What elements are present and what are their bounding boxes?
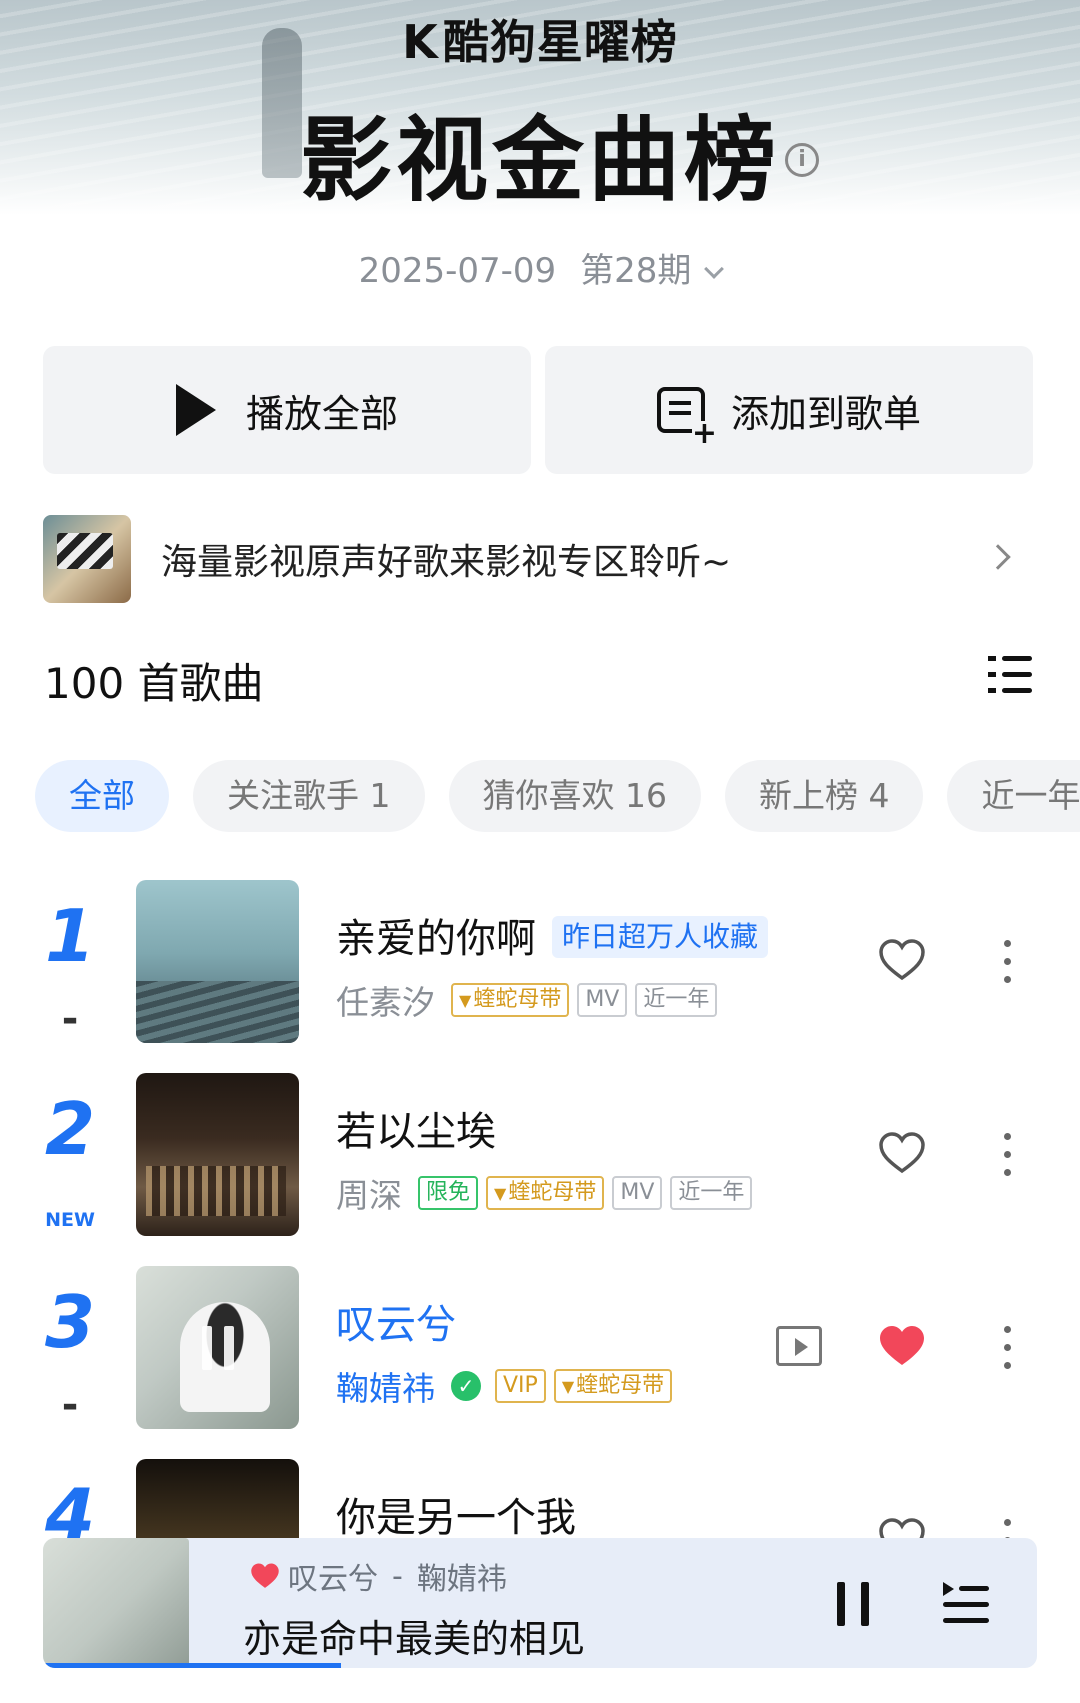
filter-chip-new-entries[interactable]: 新上榜 4	[724, 760, 924, 832]
clapperboard-thumbnail	[43, 515, 131, 603]
hot-badge: 昨日超万人收藏	[552, 916, 769, 958]
now-playing-cover[interactable]	[43, 1538, 239, 1668]
playback-progress-bar	[43, 1663, 342, 1668]
info-icon[interactable]: i	[785, 143, 819, 177]
mv-tag: MV	[577, 983, 628, 1017]
play-icon	[175, 384, 216, 436]
more-options-icon[interactable]	[1004, 1326, 1012, 1370]
film-zone-promo-banner[interactable]: 海量影视原声好歌来影视专区聆听~	[43, 514, 1037, 604]
multi-select-list-icon[interactable]	[988, 654, 1032, 696]
now-playing-song: 叹云兮	[288, 1562, 378, 1597]
artist-name[interactable]: 周深	[336, 1169, 402, 1217]
song-title-text: 亲爱的你啊	[336, 916, 536, 962]
song-row-playing[interactable]: 3 - 叹云兮 鞠婧祎 ✓ VIP 蝰蛇母带	[0, 1266, 1080, 1436]
add-to-playlist-icon	[656, 387, 717, 447]
heart-filled-icon[interactable]	[878, 1324, 926, 1368]
add-to-playlist-label: 添加到歌单	[730, 391, 921, 436]
filter-chip-followed-artists[interactable]: 关注歌手 1	[193, 760, 425, 832]
vip-tag: VIP	[495, 1369, 546, 1403]
viper-master-tag: 蝰蛇母带	[451, 983, 570, 1017]
album-cover[interactable]	[136, 880, 299, 1043]
more-options-icon[interactable]	[1004, 940, 1012, 984]
current-lyric: 亦是命中最美的相见	[243, 1617, 586, 1661]
rank-number: 3	[44, 1280, 96, 1364]
verified-check-icon: ✓	[451, 1371, 481, 1401]
song-row[interactable]: 2 NEW 若以尘埃 周深 限免 蝰蛇母带 MV 近一年	[0, 1073, 1080, 1243]
song-title: 叹云兮	[336, 1302, 456, 1348]
separator: -	[392, 1558, 403, 1594]
album-cover[interactable]	[136, 1266, 299, 1429]
heart-outline-icon[interactable]	[878, 938, 926, 982]
song-meta: 周深 限免 蝰蛇母带 MV 近一年	[336, 1169, 760, 1217]
heart-filled-icon[interactable]	[250, 1562, 280, 1590]
play-queue-icon[interactable]	[943, 1582, 989, 1626]
issue-date: 2025-07-09	[358, 251, 557, 291]
album-cover[interactable]	[136, 1073, 299, 1236]
promo-text: 海量影视原声好歌来影视专区聆听~	[161, 542, 732, 583]
pause-overlay-icon[interactable]	[200, 1326, 236, 1370]
song-count: 100 首歌曲	[44, 659, 264, 708]
free-tag: 限免	[418, 1176, 479, 1210]
rank-trend: -	[61, 996, 79, 1042]
artist-name[interactable]: 任素汐	[336, 976, 435, 1024]
mv-tag: MV	[612, 1176, 663, 1210]
artist-name[interactable]: 鞠婧祎	[336, 1362, 435, 1410]
rank-trend: -	[61, 1382, 79, 1428]
chart-hero-banner: K酷狗星曜榜 影视金曲榜 i	[0, 0, 1080, 215]
now-playing-info: 叹云兮 - 鞠婧祎	[250, 1554, 507, 1598]
song-title: 若以尘埃	[336, 1109, 496, 1155]
chevron-down-icon	[704, 259, 725, 279]
past-year-tag: 近一年	[635, 983, 718, 1017]
song-meta: 任素汐 蝰蛇母带 MV 近一年	[336, 976, 725, 1024]
mv-play-icon[interactable]	[776, 1326, 822, 1366]
viper-master-tag: 蝰蛇母带	[553, 1369, 673, 1403]
filter-chips: 全部 关注歌手 1 猜你喜欢 16 新上榜 4 近一年	[35, 760, 1080, 832]
issue-selector[interactable]: 2025-07-09 第28期	[0, 243, 1080, 292]
mini-player[interactable]: 叹云兮 - 鞠婧祎 亦是命中最美的相见	[43, 1538, 1037, 1668]
song-title: 亲爱的你啊 昨日超万人收藏	[336, 906, 769, 964]
song-meta: 鞠婧祎 ✓ VIP 蝰蛇母带	[336, 1362, 680, 1410]
issue-number: 第28期	[580, 251, 692, 291]
page-title: 影视金曲榜	[299, 107, 780, 214]
play-all-button[interactable]: 播放全部	[43, 346, 531, 474]
song-row[interactable]: 1 - 亲爱的你啊昨日超万人收藏 任素汐 蝰蛇母带 MV 近一年	[0, 880, 1080, 1050]
song-title: 你是另一个我	[336, 1495, 576, 1541]
rank-number: 1	[44, 894, 96, 978]
more-options-icon[interactable]	[1004, 1133, 1012, 1177]
filter-chip-recommended[interactable]: 猜你喜欢 16	[448, 760, 701, 832]
heart-outline-icon[interactable]	[878, 1131, 926, 1175]
now-playing-artist: 鞠婧祎	[416, 1562, 507, 1597]
filter-chip-past-year[interactable]: 近一年	[947, 760, 1080, 832]
kugou-k-logo-icon: K	[402, 15, 439, 69]
brand-logo: K酷狗星曜榜	[0, 6, 1080, 72]
brand-name: 酷狗星曜榜	[442, 15, 678, 69]
add-to-playlist-button[interactable]: 添加到歌单	[545, 346, 1033, 474]
rank-trend: NEW	[45, 1209, 95, 1231]
chevron-right-icon	[985, 544, 1011, 570]
pause-icon[interactable]	[833, 1582, 873, 1626]
rank-number: 2	[44, 1087, 96, 1171]
filter-chip-all[interactable]: 全部	[35, 760, 169, 832]
viper-master-tag: 蝰蛇母带	[486, 1176, 605, 1210]
play-all-label: 播放全部	[245, 391, 398, 436]
past-year-tag: 近一年	[670, 1176, 753, 1210]
